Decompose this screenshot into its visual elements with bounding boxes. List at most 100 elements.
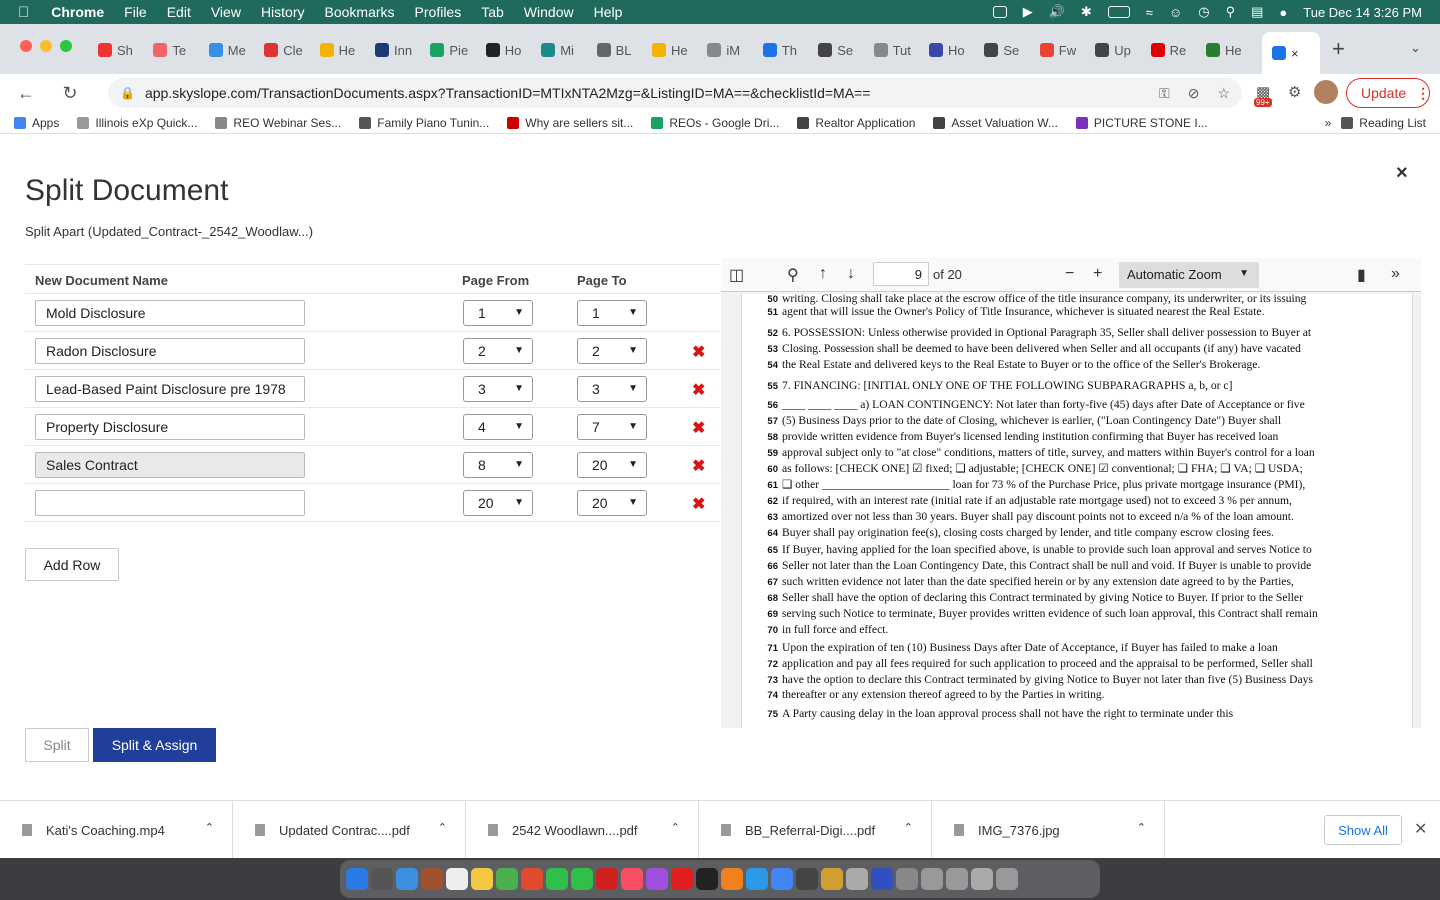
tab-item[interactable]: Tut xyxy=(873,38,922,62)
chevron-up-icon[interactable]: ⌃ xyxy=(904,821,913,834)
tab-item[interactable]: Fw xyxy=(1039,38,1088,62)
address-bar[interactable]: 🔒 app.skyslope.com/TransactionDocuments.… xyxy=(108,78,1242,108)
menu-file[interactable]: File xyxy=(124,4,147,20)
sidebar-toggle-icon[interactable]: ◫ xyxy=(729,265,744,285)
lock-icon[interactable]: 🔒 xyxy=(120,86,135,100)
download-item[interactable]: Kati's Coaching.mp4 ⌃ xyxy=(0,801,233,859)
bookmark-item[interactable]: Apps xyxy=(14,116,59,130)
page-from-select[interactable]: 2 ▼ xyxy=(463,338,533,364)
menu-view[interactable]: View xyxy=(211,4,241,20)
dock-app-icon[interactable] xyxy=(896,868,918,890)
page-to-select[interactable]: 1 ▼ xyxy=(577,300,647,326)
page-from-select[interactable]: 4 ▼ xyxy=(463,414,533,440)
page-to-select[interactable]: 20 ▼ xyxy=(577,490,647,516)
tools-chevron-icon[interactable]: » xyxy=(1391,265,1400,283)
close-icon[interactable]: × xyxy=(1396,162,1408,185)
bookmark-item[interactable]: Asset Valuation W... xyxy=(933,116,1058,130)
download-item[interactable]: BB_Referral-Digi....pdf ⌃ xyxy=(699,801,932,859)
menu-edit[interactable]: Edit xyxy=(167,4,191,20)
document-name-input[interactable] xyxy=(35,300,305,326)
chevron-up-icon[interactable]: ⌃ xyxy=(438,821,447,834)
control-center-icon[interactable]: ▤ xyxy=(1251,4,1263,20)
page-from-select[interactable]: 20 ▼ xyxy=(463,490,533,516)
tab-item[interactable]: He xyxy=(319,38,368,62)
time-machine-icon[interactable]: ◷ xyxy=(1198,4,1209,20)
dock-app-icon[interactable] xyxy=(396,868,418,890)
eye-slash-icon[interactable]: ⊘ xyxy=(1188,85,1200,102)
tab-item[interactable]: Ho xyxy=(929,38,977,62)
tab-item[interactable]: Up xyxy=(1095,38,1143,62)
dock-app-icon[interactable] xyxy=(371,868,393,890)
dock-app-icon[interactable] xyxy=(796,868,818,890)
dock-app-icon[interactable] xyxy=(471,868,493,890)
add-row-button[interactable]: Add Row xyxy=(25,548,119,581)
address-url[interactable]: app.skyslope.com/TransactionDocuments.as… xyxy=(145,85,870,101)
menu-profiles[interactable]: Profiles xyxy=(415,4,462,20)
tab-search-chevron-icon[interactable]: ⌄ xyxy=(1410,40,1421,56)
volume-icon[interactable]: 🔊 xyxy=(1049,4,1065,20)
user-icon[interactable]: ☺ xyxy=(1169,5,1182,20)
dock-app-icon[interactable] xyxy=(496,868,518,890)
page-to-select[interactable]: 20 ▼ xyxy=(577,452,647,478)
window-minimize-button[interactable] xyxy=(40,40,52,52)
dock-app-icon[interactable] xyxy=(546,868,568,890)
window-zoom-button[interactable] xyxy=(60,40,72,52)
document-name-input[interactable] xyxy=(35,376,305,402)
page-number-input[interactable]: 9 xyxy=(873,262,929,286)
key-icon[interactable]: ⚿ xyxy=(1159,85,1170,102)
document-name-input[interactable] xyxy=(35,338,305,364)
delete-row-icon[interactable]: ✖ xyxy=(692,494,705,514)
show-all-button[interactable]: Show All xyxy=(1324,815,1402,845)
dock-app-icon[interactable] xyxy=(921,868,943,890)
menubar-clock[interactable]: Tue Dec 14 3:26 PM xyxy=(1303,5,1422,20)
document-name-input[interactable] xyxy=(35,490,305,516)
bookmark-item[interactable]: PICTURE STONE I... xyxy=(1075,116,1208,130)
delete-row-icon[interactable]: ✖ xyxy=(692,380,705,400)
bookmark-item[interactable]: Illinois eXp Quick... xyxy=(77,116,197,130)
delete-row-icon[interactable]: ✖ xyxy=(692,456,705,476)
dock-app-icon[interactable] xyxy=(346,868,368,890)
chevron-up-icon[interactable]: ⌃ xyxy=(671,821,680,834)
tab-item[interactable]: Mi xyxy=(541,38,589,62)
menu-tab[interactable]: Tab xyxy=(481,4,504,20)
tab-item[interactable]: Se xyxy=(818,38,866,62)
dock-app-icon[interactable] xyxy=(646,868,668,890)
tab-item[interactable]: Re xyxy=(1150,38,1199,62)
menu-help[interactable]: Help xyxy=(594,4,623,20)
zoom-out-icon[interactable]: − xyxy=(1065,265,1074,283)
bookmark-item[interactable]: Family Piano Tunin... xyxy=(359,116,489,130)
dock-app-icon[interactable] xyxy=(871,868,893,890)
page-to-select[interactable]: 2 ▼ xyxy=(577,338,647,364)
tab-item[interactable]: He xyxy=(652,38,700,62)
dock-app-icon[interactable] xyxy=(721,868,743,890)
tab-item[interactable]: BL xyxy=(596,38,645,62)
bookmark-item[interactable]: REOs - Google Dri... xyxy=(651,116,779,130)
delete-row-icon[interactable]: ✖ xyxy=(692,342,705,362)
tab-item[interactable]: Te xyxy=(153,38,201,62)
wifi-icon[interactable]: ≈ xyxy=(1146,5,1153,20)
menubar-app-name[interactable]: Chrome xyxy=(51,4,104,20)
tab-item[interactable]: Cle xyxy=(264,38,312,62)
window-close-button[interactable] xyxy=(20,40,32,52)
bookmark-icon[interactable]: ▮ xyxy=(1357,265,1366,285)
dock-app-icon[interactable] xyxy=(521,868,543,890)
bluetooth-icon[interactable]: ✱ xyxy=(1081,4,1092,20)
reload-icon[interactable]: ↻ xyxy=(58,83,82,104)
tab-item[interactable]: He xyxy=(1206,38,1254,62)
tab-item[interactable]: Th xyxy=(762,38,811,62)
dock-app-icon[interactable] xyxy=(821,868,843,890)
dock-app-icon[interactable] xyxy=(571,868,593,890)
puzzle-icon[interactable]: ⚙ xyxy=(1288,83,1301,101)
tab-item[interactable]: Inn xyxy=(375,38,423,62)
profile-avatar[interactable] xyxy=(1314,80,1338,104)
back-arrow-icon[interactable]: ← xyxy=(14,83,38,104)
reading-list[interactable]: Reading List xyxy=(1341,116,1426,130)
update-button[interactable]: Update ⋮ xyxy=(1346,78,1430,108)
status-app-icon[interactable] xyxy=(992,6,1007,18)
tab-close-icon[interactable]: × xyxy=(1291,46,1299,61)
battery-icon[interactable] xyxy=(1107,6,1130,18)
download-item[interactable]: Updated Contrac....pdf ⌃ xyxy=(233,801,466,859)
page-to-select[interactable]: 7 ▼ xyxy=(577,414,647,440)
dock-app-icon[interactable] xyxy=(671,868,693,890)
tab-active[interactable]: × xyxy=(1262,32,1320,74)
